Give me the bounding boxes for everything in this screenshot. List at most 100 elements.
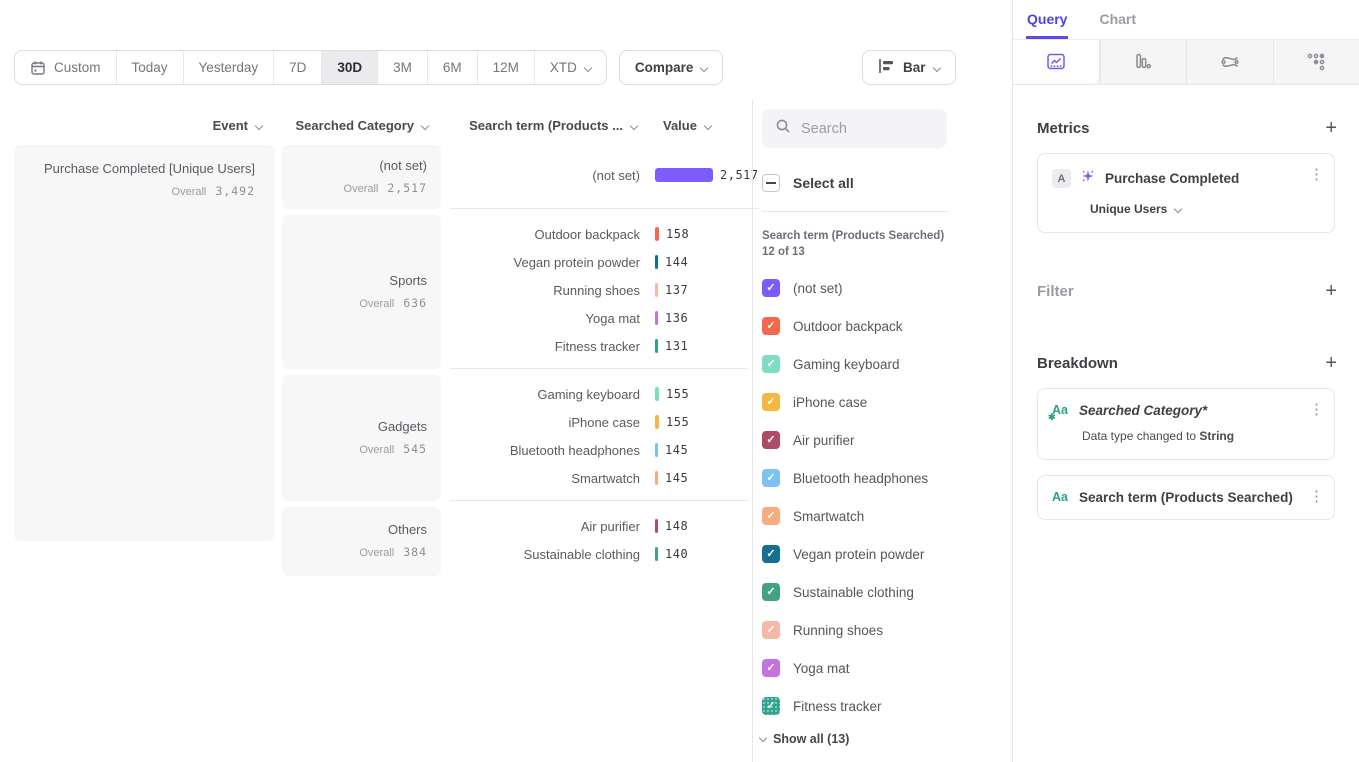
kebab-menu-icon[interactable]: ⋮ [1309,402,1323,418]
report-tab[interactable] [1186,40,1273,84]
date-range-6m[interactable]: 6M [427,51,477,84]
category-name: (not set) [282,158,427,173]
checkbox[interactable]: ✓ [762,659,780,677]
checkbox[interactable]: ✓ [762,355,780,373]
checkbox[interactable]: ✓ [762,621,780,639]
date-range-7d[interactable]: 7D [273,51,321,84]
show-all-button[interactable]: Show all (13) [760,732,849,746]
date-range-yesterday[interactable]: Yesterday [183,51,274,84]
report-tab[interactable] [1013,40,1100,84]
column-header[interactable]: Search term (Products ... [450,118,637,133]
value-text: 140 [665,547,688,561]
filter-item[interactable]: ✓Smartwatch [762,497,928,535]
filter-item[interactable]: ✓Outdoor backpack [762,307,928,345]
checkbox[interactable]: ✓ [762,469,780,487]
report-tab[interactable] [1273,40,1359,84]
table-row[interactable]: Air purifier148 [450,512,747,540]
date-range-30d[interactable]: 30D [321,51,377,84]
table-row[interactable]: Running shoes137 [450,276,747,304]
metric-badge: A [1052,169,1071,188]
table-row[interactable]: Outdoor backpack158 [450,220,747,248]
date-range-xtd[interactable]: XTD [534,51,606,84]
date-range-3m[interactable]: 3M [377,51,427,84]
filter-item[interactable]: ✓Fitness tracker [762,687,928,725]
checkbox[interactable]: ✓ [762,279,780,297]
table-row[interactable]: iPhone case155 [450,408,747,436]
table-row[interactable]: Gaming keyboard155 [450,380,747,408]
date-range-label: 7D [289,60,306,75]
filter-item[interactable]: ✓ Air purifier [762,421,928,459]
filter-item[interactable]: ✓Yoga mat [762,649,928,687]
table-row[interactable]: Vegan protein powder144 [450,248,747,276]
indeterminate-checkbox[interactable] [762,174,780,192]
value-bar [655,387,659,401]
add-breakdown-button[interactable]: + [1325,353,1337,373]
category-cell[interactable]: OthersOverall384 [282,507,441,576]
query-builder-panel: QueryChart Metrics + A Purchase Complete… [1013,0,1359,762]
date-range-12m[interactable]: 12M [477,51,534,84]
chevron-down-icon [759,733,767,741]
chevron-down-icon [704,121,712,129]
event-overall-value: 3,492 [215,184,255,198]
category-cell[interactable]: GadgetsOverall545 [282,375,441,501]
category-cell[interactable]: SportsOverall636 [282,215,441,369]
category-overall-value: 384 [403,545,427,559]
filter-item[interactable]: ✓Gaming keyboard [762,345,928,383]
checkbox[interactable]: ✓ [762,507,780,525]
aggregation-dropdown[interactable]: Unique Users [1090,202,1320,216]
checkbox[interactable]: ✓ [762,545,780,563]
search-term-label: Bluetooth headphones [450,443,640,458]
filter-item[interactable]: ✓iPhone case [762,383,928,421]
table-row[interactable]: Sustainable clothing140 [450,540,747,568]
date-range-custom[interactable]: Custom [15,51,116,84]
filter-item-label: Air purifier [793,433,855,448]
group-rows: Gaming keyboard155iPhone case155Bluetoot… [450,375,747,501]
chevron-down-icon [630,121,638,129]
filter-item[interactable]: ✓Running shoes [762,611,928,649]
column-header[interactable]: Searched Category [282,118,428,133]
checkbox[interactable]: ✓ [762,697,780,715]
filter-item[interactable]: ✓Sustainable clothing [762,573,928,611]
column-header-label: Event [213,118,248,133]
category-cell[interactable]: (not set)Overall2,517 [282,145,441,209]
value-text: 158 [666,227,689,241]
value-bar [655,471,658,485]
breakdown-card[interactable]: AaSearch term (Products Searched)⋮ [1037,475,1335,520]
date-range-label: Custom [54,60,101,75]
add-metric-button[interactable]: + [1325,118,1337,138]
column-header[interactable]: Event [14,118,262,133]
table-row[interactable]: Yoga mat136 [450,304,747,332]
filter-item[interactable]: ✓Bluetooth headphones [762,459,928,497]
table-row[interactable]: Bluetooth headphones145 [450,436,747,464]
category-overall-value: 636 [403,296,427,310]
search-term-label: Gaming keyboard [450,387,640,402]
add-filter-button[interactable]: + [1325,281,1337,301]
kebab-menu-icon[interactable]: ⋮ [1309,167,1323,183]
search-input[interactable]: Search [762,109,947,148]
tab-chart[interactable]: Chart [1098,11,1137,39]
column-header[interactable]: Value [663,118,711,133]
compare-button[interactable]: Compare [619,50,724,85]
event-cell[interactable]: Purchase Completed [Unique Users] Overal… [14,145,275,541]
flows-icon [1219,52,1241,72]
table-row[interactable]: Fitness tracker131 [450,332,747,360]
checkbox[interactable]: ✓ [762,431,780,449]
aggregation-label: Unique Users [1090,202,1167,216]
metric-card[interactable]: A Purchase Completed ⋮ Unique Users [1037,153,1335,233]
search-term-label: Fitness tracker [450,339,640,354]
tab-query[interactable]: Query [1026,11,1068,39]
table-row[interactable]: Smartwatch145 [450,464,747,492]
select-all-row[interactable]: Select all [762,174,854,192]
date-range-today[interactable]: Today [116,51,183,84]
checkbox[interactable]: ✓ [762,583,780,601]
date-range-label: XTD [550,60,577,75]
report-tab[interactable] [1100,40,1187,84]
checkbox[interactable]: ✓ [762,393,780,411]
breakdown-card[interactable]: Aa✱Searched Category*⋮Data type changed … [1037,388,1335,460]
filter-item[interactable]: ✓(not set) [762,269,928,307]
calendar-icon [30,60,46,76]
filter-item[interactable]: ✓Vegan protein powder [762,535,928,573]
kebab-menu-icon[interactable]: ⋮ [1309,489,1323,505]
table-row[interactable]: (not set)2,517 [450,161,759,189]
checkbox[interactable]: ✓ [762,317,780,335]
